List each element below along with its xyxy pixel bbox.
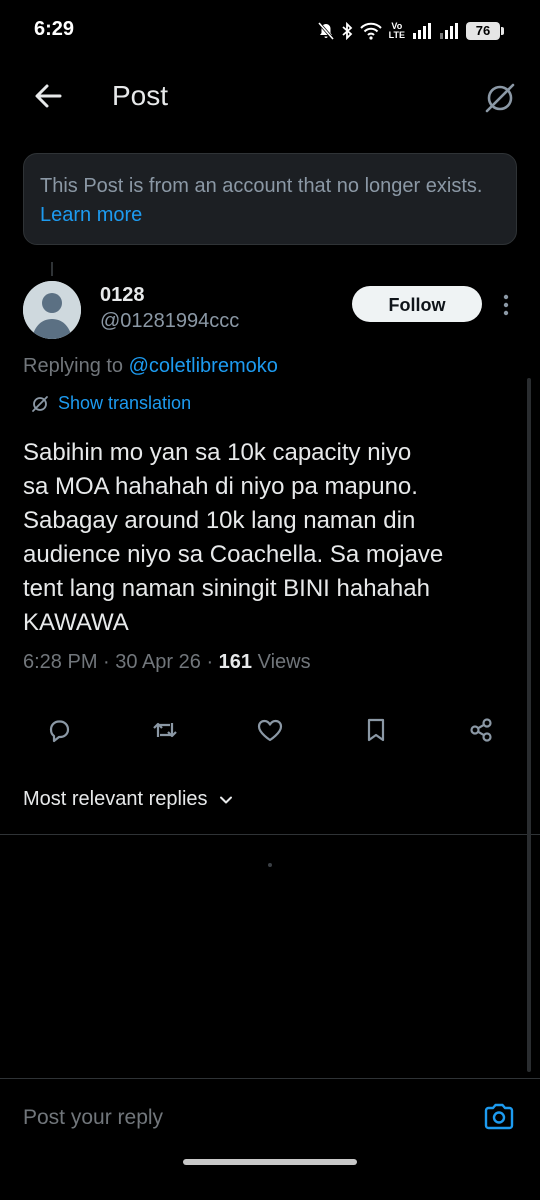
action-bar <box>0 710 540 750</box>
composer-divider <box>0 1078 540 1079</box>
status-icons: Vo LTE 76 <box>317 20 504 42</box>
globe-slash-icon <box>32 395 48 412</box>
learn-more-link[interactable]: Learn more <box>40 204 142 226</box>
deleted-account-notice: This Post is from an account that no lon… <box>23 153 517 245</box>
show-translation-label: Show translation <box>58 393 192 413</box>
views-count: 161 <box>218 651 253 673</box>
signal-icon-2 <box>440 23 458 39</box>
replying-prefix: Replying to <box>23 355 124 377</box>
like-icon <box>257 719 283 742</box>
repost-icon <box>153 722 177 738</box>
share-button[interactable] <box>461 710 501 750</box>
chevron-down-icon <box>219 796 232 803</box>
home-indicator[interactable] <box>183 1159 357 1165</box>
camera-button[interactable] <box>482 1100 516 1134</box>
replying-to-mention[interactable]: @coletlibremoko <box>129 355 278 377</box>
follow-button[interactable]: Follow <box>352 286 482 322</box>
loading-indicator <box>268 863 272 867</box>
reply-icon <box>49 720 70 743</box>
notice-text: This Post is from an account that no lon… <box>40 175 483 197</box>
arrow-left-icon <box>35 84 62 108</box>
author-handle[interactable]: @01281994ccc <box>100 310 239 333</box>
more-options-button[interactable] <box>496 290 516 320</box>
show-translation-button[interactable]: Show translation <box>30 393 191 414</box>
thread-line <box>51 262 53 276</box>
bookmark-button[interactable] <box>356 710 396 750</box>
replies-sort-label: Most relevant replies <box>23 788 208 810</box>
battery-indicator: 76 <box>466 22 504 40</box>
like-button[interactable] <box>250 710 290 750</box>
translate-toggle-button[interactable] <box>480 78 520 118</box>
more-vertical-icon <box>503 294 509 316</box>
meta-separator: · <box>103 651 116 673</box>
volte-badge: Vo LTE <box>388 21 405 40</box>
post-date: 30 Apr 26 <box>115 651 201 673</box>
views-label: Views <box>257 651 311 673</box>
page-title: Post <box>112 80 169 111</box>
avatar[interactable] <box>23 281 81 339</box>
replies-sort-dropdown[interactable]: Most relevant replies <box>23 788 234 811</box>
scrollbar[interactable] <box>527 378 531 1072</box>
post-time: 6:28 PM <box>23 651 98 673</box>
default-avatar-icon <box>23 281 81 339</box>
repost-button[interactable] <box>145 710 185 750</box>
bookmark-icon <box>367 718 385 742</box>
replying-to: Replying to @coletlibremoko <box>23 355 278 378</box>
author-name[interactable]: 0128 <box>100 284 145 307</box>
globe-slash-icon <box>485 83 515 113</box>
back-button[interactable] <box>30 78 66 114</box>
bluetooth-icon <box>342 22 352 40</box>
post-text: Sabihin mo yan sa 10k capacity niyo sa M… <box>23 439 444 636</box>
signal-icon <box>413 23 431 39</box>
wifi-icon <box>359 22 382 40</box>
status-time: 6:29 <box>34 18 75 40</box>
mute-icon <box>317 22 334 40</box>
meta-separator: · <box>206 651 219 673</box>
status-bar: 6:29 Vo LTE 76 <box>0 0 540 64</box>
divider <box>0 834 540 835</box>
share-icon <box>470 718 492 742</box>
post-meta: 6:28 PM · 30 Apr 26 · 161 Views <box>23 651 311 674</box>
camera-icon <box>484 1103 514 1130</box>
reply-button[interactable] <box>39 710 79 750</box>
reply-input[interactable] <box>23 1103 463 1133</box>
